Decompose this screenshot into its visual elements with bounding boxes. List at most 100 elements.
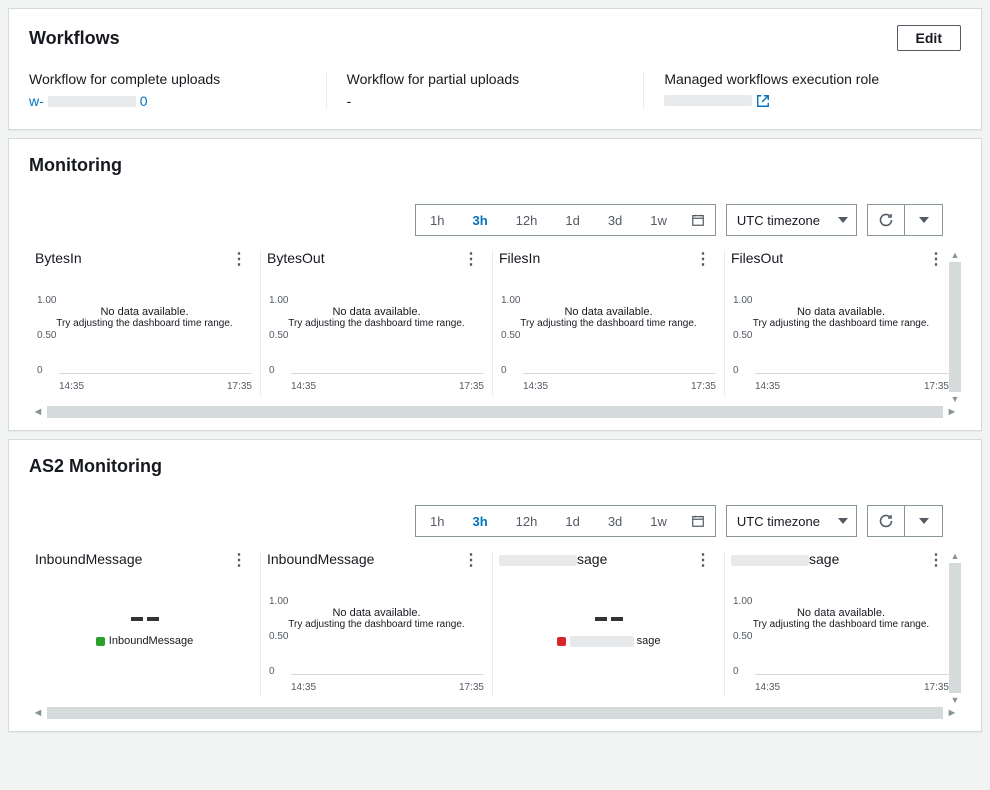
chart-body: No data available. Try adjusting the das… xyxy=(497,276,720,396)
chart-empty-message: No data available. Try adjusting the das… xyxy=(265,607,488,630)
chart-card: BytesIn ⋮ No data available. Try adjusti… xyxy=(29,250,261,396)
horizontal-scrollbar[interactable]: ◄ ► xyxy=(29,705,961,721)
chart-menu-button[interactable]: ⋮ xyxy=(459,551,482,571)
time-range-1h[interactable]: 1h xyxy=(416,205,458,235)
chart-empty-message: No data available. Try adjusting the das… xyxy=(497,306,720,329)
refresh-icon xyxy=(878,212,894,228)
workflow-role-col: Managed workflows execution role xyxy=(644,71,961,109)
actions-dropdown-button[interactable] xyxy=(905,204,943,236)
time-range-group: 1h3h12h1d3d1w xyxy=(415,505,716,537)
caret-down-icon xyxy=(838,518,848,524)
timezone-select[interactable]: UTC timezone xyxy=(726,505,857,537)
time-range-3h[interactable]: 3h xyxy=(458,506,501,536)
refresh-button[interactable] xyxy=(867,505,905,537)
workflows-panel: Workflows Edit Workflow for complete upl… xyxy=(8,8,982,130)
chart-title: InboundMessage xyxy=(35,551,142,567)
calendar-icon xyxy=(691,213,705,227)
y-axis-ticks: 1.000.500 xyxy=(501,296,520,376)
monitoring-panel: Monitoring 1h3h12h1d3d1w UTC timezone xyxy=(8,138,982,431)
chart-empty-message: No data available. Try adjusting the das… xyxy=(729,607,953,630)
no-value-indicator xyxy=(33,617,256,621)
chart-title: BytesIn xyxy=(35,250,82,266)
time-range-12h[interactable]: 12h xyxy=(502,506,552,536)
redacted-text xyxy=(499,555,577,566)
refresh-button[interactable] xyxy=(867,204,905,236)
monitoring-title: Monitoring xyxy=(29,155,122,176)
caret-down-icon xyxy=(919,518,929,524)
redacted-text xyxy=(48,96,136,107)
time-range-3h[interactable]: 3h xyxy=(458,205,501,235)
workflow-partial-label: Workflow for partial uploads xyxy=(347,71,624,87)
as2-toolbar: 1h3h12h1d3d1w UTC timezone xyxy=(29,505,943,537)
x-axis-ticks: 14:3517:35 xyxy=(755,381,949,392)
vertical-scrollbar[interactable]: ▲ ▼ xyxy=(949,250,961,404)
chart-empty-message: No data available. Try adjusting the das… xyxy=(33,306,256,329)
redacted-text xyxy=(570,636,634,647)
monitoring-toolbar: 1h3h12h1d3d1w UTC timezone xyxy=(29,204,943,236)
calendar-icon xyxy=(691,514,705,528)
refresh-icon xyxy=(878,513,894,529)
time-range-3d[interactable]: 3d xyxy=(594,205,636,235)
edit-button[interactable]: Edit xyxy=(897,25,961,51)
y-axis-ticks: 1.000.500 xyxy=(269,597,288,677)
caret-down-icon xyxy=(838,217,848,223)
chart-menu-button[interactable]: ⋮ xyxy=(459,250,482,270)
chart-card: BytesOut ⋮ No data available. Try adjust… xyxy=(261,250,493,396)
workflow-partial-value: - xyxy=(347,93,624,109)
chart-body: InboundMessage xyxy=(33,577,256,697)
chart-title: FilesIn xyxy=(499,250,540,266)
as2-monitoring-panel: AS2 Monitoring 1h3h12h1d3d1w UTC timezon… xyxy=(8,439,982,732)
calendar-button[interactable] xyxy=(681,506,715,536)
time-range-1h[interactable]: 1h xyxy=(416,506,458,536)
chart-menu-button[interactable]: ⋮ xyxy=(227,551,250,571)
caret-down-icon xyxy=(919,217,929,223)
legend-swatch xyxy=(96,637,105,646)
external-link-icon xyxy=(756,94,770,108)
chart-card: sage ⋮ No data available. Try adjusting … xyxy=(725,551,957,697)
horizontal-scrollbar[interactable]: ◄ ► xyxy=(29,404,961,420)
chart-title: FilesOut xyxy=(731,250,783,266)
redacted-text xyxy=(731,555,809,566)
chart-menu-button[interactable]: ⋮ xyxy=(691,250,714,270)
chart-legend: sage xyxy=(497,635,720,647)
timezone-select[interactable]: UTC timezone xyxy=(726,204,857,236)
time-range-1w[interactable]: 1w xyxy=(636,506,681,536)
x-axis-ticks: 14:3517:35 xyxy=(755,682,949,693)
chart-menu-button[interactable]: ⋮ xyxy=(924,551,947,571)
chart-legend: InboundMessage xyxy=(33,635,256,647)
chart-card: InboundMessage ⋮ No data available. Try … xyxy=(261,551,493,697)
chart-menu-button[interactable]: ⋮ xyxy=(924,250,947,270)
as2-charts-row: InboundMessage ⋮ InboundMessage InboundM… xyxy=(29,551,961,705)
workflow-complete-link[interactable]: w-0 xyxy=(29,93,148,109)
time-range-3d[interactable]: 3d xyxy=(594,506,636,536)
workflow-complete-col: Workflow for complete uploads w-0 xyxy=(29,71,327,109)
actions-dropdown-button[interactable] xyxy=(905,505,943,537)
legend-swatch xyxy=(557,637,566,646)
chart-title: BytesOut xyxy=(267,250,325,266)
chart-menu-button[interactable]: ⋮ xyxy=(227,250,250,270)
chart-body: sage xyxy=(497,577,720,697)
workflows-title: Workflows xyxy=(29,28,120,49)
y-axis-ticks: 1.000.500 xyxy=(733,296,752,376)
chart-body: No data available. Try adjusting the das… xyxy=(729,276,953,396)
legend-label: InboundMessage xyxy=(109,635,193,647)
calendar-button[interactable] xyxy=(681,205,715,235)
time-range-1d[interactable]: 1d xyxy=(551,506,593,536)
time-range-1w[interactable]: 1w xyxy=(636,205,681,235)
vertical-scrollbar[interactable]: ▲ ▼ xyxy=(949,551,961,705)
x-axis-ticks: 14:3517:35 xyxy=(291,682,484,693)
workflow-partial-col: Workflow for partial uploads - xyxy=(327,71,645,109)
workflow-complete-label: Workflow for complete uploads xyxy=(29,71,306,87)
redacted-text xyxy=(664,95,752,106)
workflow-role-link[interactable] xyxy=(664,94,770,108)
x-axis-ticks: 14:3517:35 xyxy=(291,381,484,392)
chart-card: sage ⋮ sage xyxy=(493,551,725,697)
time-range-12h[interactable]: 12h xyxy=(502,205,552,235)
chart-title: sage xyxy=(499,551,607,567)
as2-title: AS2 Monitoring xyxy=(29,456,162,477)
time-range-1d[interactable]: 1d xyxy=(551,205,593,235)
chart-body: No data available. Try adjusting the das… xyxy=(265,577,488,697)
workflow-role-label: Managed workflows execution role xyxy=(664,71,941,87)
y-axis-ticks: 1.000.500 xyxy=(37,296,56,376)
chart-menu-button[interactable]: ⋮ xyxy=(691,551,714,571)
